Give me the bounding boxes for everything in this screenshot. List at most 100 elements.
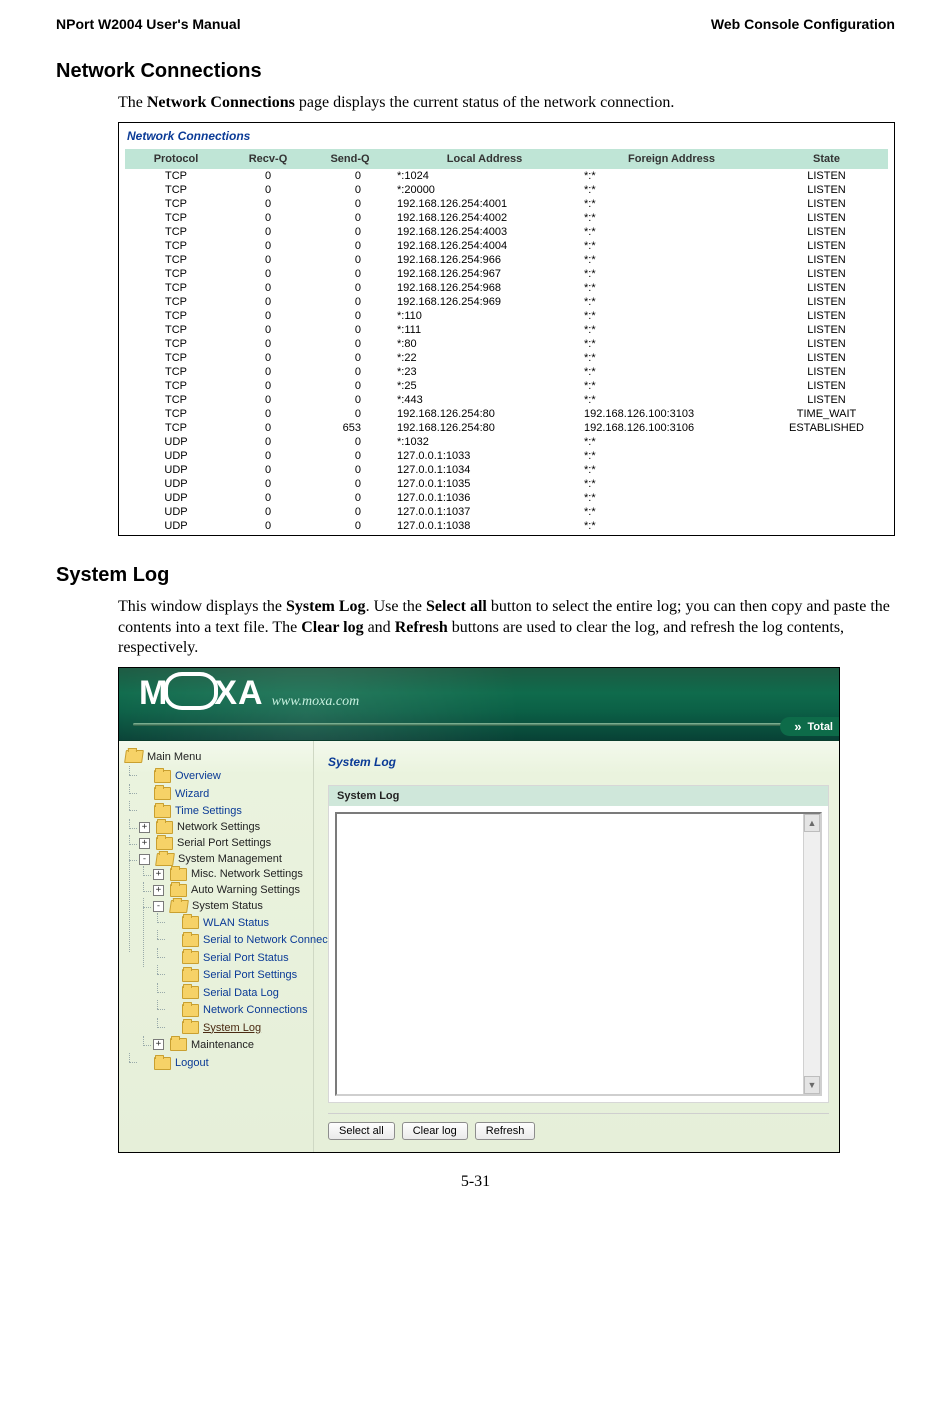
clear-log-button[interactable]: Clear log <box>402 1122 468 1140</box>
tree-main-menu[interactable]: Main Menu <box>125 750 201 763</box>
tree-logout[interactable]: Logout <box>139 1057 209 1070</box>
tree-serial-data-log[interactable]: Serial Data Log <box>167 986 279 999</box>
cell-sendq: 0 <box>309 519 391 533</box>
scroll-up-icon[interactable]: ▲ <box>804 814 820 832</box>
select-all-button[interactable]: Select all <box>328 1122 395 1140</box>
expand-icon[interactable]: + <box>153 885 164 896</box>
tree-system-log[interactable]: System Log <box>167 1021 261 1034</box>
collapse-icon[interactable]: - <box>139 854 150 865</box>
th-foreign: Foreign Address <box>578 149 765 169</box>
cell-sendq: 0 <box>309 393 391 407</box>
tree-wlan-status[interactable]: WLAN Status <box>167 916 269 929</box>
table-row: UDP00*:1032*:* <box>125 435 888 449</box>
cell-sendq: 0 <box>309 407 391 421</box>
cell-sendq: 0 <box>309 225 391 239</box>
refresh-button[interactable]: Refresh <box>475 1122 536 1140</box>
network-connections-screenshot: Network Connections Protocol Recv-Q Send… <box>118 122 895 536</box>
cell-sendq: 0 <box>309 183 391 197</box>
section-network-connections-title: Network Connections <box>56 60 895 83</box>
cell-foreign: *:* <box>578 267 765 281</box>
cell-sendq: 0 <box>309 505 391 519</box>
cell-sendq: 0 <box>309 197 391 211</box>
cell-foreign: *:* <box>578 295 765 309</box>
expand-icon[interactable]: + <box>153 869 164 880</box>
cell-foreign: 192.168.126.100:3103 <box>578 407 765 421</box>
cell-proto: TCP <box>125 281 227 295</box>
header-left: NPort W2004 User's Manual <box>56 16 241 32</box>
table-row: TCP00*:110*:*LISTEN <box>125 309 888 323</box>
cell-state: LISTEN <box>765 253 888 267</box>
cell-state: LISTEN <box>765 197 888 211</box>
table-row: UDP00127.0.0.1:1038*:* <box>125 519 888 533</box>
cell-sendq: 0 <box>309 169 391 183</box>
tree-overview[interactable]: Overview <box>139 770 221 783</box>
cell-local: *:443 <box>391 393 578 407</box>
scroll-down-icon[interactable]: ▼ <box>804 1076 820 1094</box>
cell-proto: UDP <box>125 491 227 505</box>
cell-sendq: 0 <box>309 351 391 365</box>
nc-panel-title: Network Connections <box>125 129 888 149</box>
table-row: TCP00*:23*:*LISTEN <box>125 365 888 379</box>
cell-state: LISTEN <box>765 365 888 379</box>
tree-serial-to-network[interactable]: Serial to Network Connec <box>167 934 328 947</box>
folder-open-icon <box>124 750 144 763</box>
cell-state <box>765 463 888 477</box>
cell-recvq: 0 <box>227 281 309 295</box>
cell-foreign: *:* <box>578 365 765 379</box>
tree-maintenance[interactable]: +Maintenance <box>153 1038 254 1051</box>
tree-auto-warning[interactable]: +Auto Warning Settings <box>153 884 300 897</box>
tree-system-status[interactable]: -System Status <box>153 900 263 913</box>
cell-local: 192.168.126.254:966 <box>391 253 578 267</box>
tree-network-settings[interactable]: +Network Settings <box>139 821 260 834</box>
cell-sendq: 0 <box>309 323 391 337</box>
table-row: TCP00192.168.126.254:4004*:*LISTEN <box>125 239 888 253</box>
tree-network-connections[interactable]: Network Connections <box>167 1004 308 1017</box>
cell-foreign: *:* <box>578 197 765 211</box>
cell-state <box>765 435 888 449</box>
table-row: TCP00*:111*:*LISTEN <box>125 323 888 337</box>
banner-right-pill: Total <box>780 717 839 736</box>
cell-state <box>765 477 888 491</box>
tree-system-management[interactable]: -System Management <box>139 853 282 866</box>
expand-icon[interactable]: + <box>153 1039 164 1050</box>
cell-state: LISTEN <box>765 323 888 337</box>
table-row: TCP00192.168.126.254:4002*:*LISTEN <box>125 211 888 225</box>
cell-recvq: 0 <box>227 393 309 407</box>
tree-serial-port-settings-sub[interactable]: Serial Port Settings <box>167 969 297 982</box>
page-header: NPort W2004 User's Manual Web Console Co… <box>56 16 895 32</box>
expand-icon[interactable]: + <box>139 822 150 833</box>
cell-sendq: 0 <box>309 281 391 295</box>
cell-local: *:110 <box>391 309 578 323</box>
cell-sendq: 0 <box>309 211 391 225</box>
tree-time-settings[interactable]: Time Settings <box>139 805 242 818</box>
cell-local: 127.0.0.1:1035 <box>391 477 578 491</box>
system-log-textarea[interactable]: ▲ ▼ <box>335 812 822 1096</box>
cell-local: *:22 <box>391 351 578 365</box>
cell-proto: TCP <box>125 351 227 365</box>
cell-sendq: 0 <box>309 239 391 253</box>
cell-local: *:1024 <box>391 169 578 183</box>
table-row: TCP00*:443*:*LISTEN <box>125 393 888 407</box>
tree-serial-port-settings[interactable]: +Serial Port Settings <box>139 837 271 850</box>
sl-intro: This window displays the System Log. Use… <box>118 597 895 659</box>
cell-proto: TCP <box>125 183 227 197</box>
cell-recvq: 0 <box>227 197 309 211</box>
cell-recvq: 0 <box>227 379 309 393</box>
banner-underline <box>133 723 839 726</box>
tree-wizard[interactable]: Wizard <box>139 787 209 800</box>
collapse-icon[interactable]: - <box>153 901 164 912</box>
cell-local: *:20000 <box>391 183 578 197</box>
scrollbar[interactable]: ▲ ▼ <box>803 814 820 1094</box>
cell-foreign: *:* <box>578 309 765 323</box>
cell-sendq: 0 <box>309 337 391 351</box>
header-right: Web Console Configuration <box>711 16 895 32</box>
tree-serial-port-status[interactable]: Serial Port Status <box>167 951 289 964</box>
cell-proto: TCP <box>125 211 227 225</box>
folder-icon <box>154 787 171 800</box>
cell-foreign: *:* <box>578 281 765 295</box>
folder-icon <box>156 837 173 850</box>
cell-state: TIME_WAIT <box>765 407 888 421</box>
tree-misc-network[interactable]: +Misc. Network Settings <box>153 868 303 881</box>
expand-icon[interactable]: + <box>139 838 150 849</box>
folder-icon <box>170 1038 187 1051</box>
